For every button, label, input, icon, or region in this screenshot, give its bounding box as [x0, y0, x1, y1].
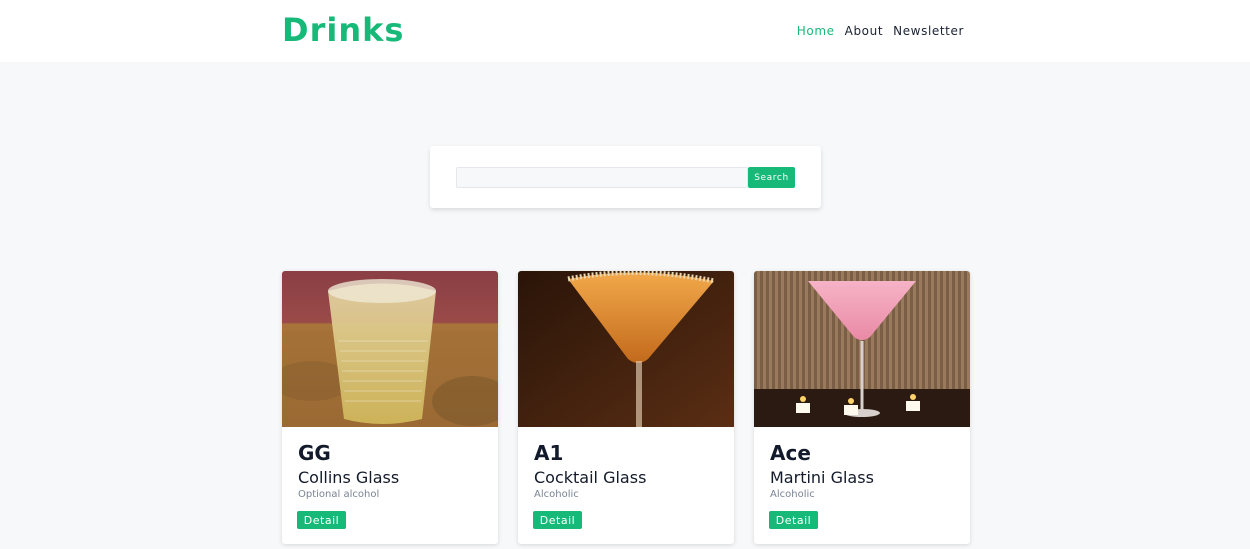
drink-card: Ace Martini Glass Alcoholic Detail — [754, 271, 970, 544]
detail-button[interactable]: Detail — [769, 511, 818, 529]
brand-logo[interactable]: Drinks — [282, 11, 404, 49]
search-panel: Search — [430, 146, 821, 208]
drink-title: GG — [298, 441, 331, 465]
search-input[interactable] — [456, 167, 748, 188]
search-button[interactable]: Search — [748, 167, 795, 188]
detail-button[interactable]: Detail — [297, 511, 346, 529]
nav-about-link[interactable]: About — [845, 24, 883, 38]
detail-button[interactable]: Detail — [533, 511, 582, 529]
drink-title: A1 — [534, 441, 564, 465]
drink-image — [282, 271, 498, 427]
drink-card: A1 Cocktail Glass Alcoholic Detail — [518, 271, 734, 544]
drink-alcohol-type: Alcoholic — [770, 489, 815, 500]
drink-image — [518, 271, 734, 427]
drink-image — [754, 271, 970, 427]
drink-glass: Cocktail Glass — [534, 468, 647, 487]
drink-glass: Martini Glass — [770, 468, 874, 487]
drink-glass: Collins Glass — [298, 468, 400, 487]
drink-card: GG Collins Glass Optional alcohol Detail — [282, 271, 498, 544]
drink-alcohol-type: Optional alcohol — [298, 489, 380, 500]
main-nav: Home About Newsletter — [797, 24, 964, 38]
nav-newsletter-link[interactable]: Newsletter — [893, 24, 964, 38]
site-header: Drinks Home About Newsletter — [0, 0, 1250, 62]
nav-home-link[interactable]: Home — [797, 24, 835, 38]
drink-title: Ace — [770, 441, 811, 465]
drink-alcohol-type: Alcoholic — [534, 489, 579, 500]
